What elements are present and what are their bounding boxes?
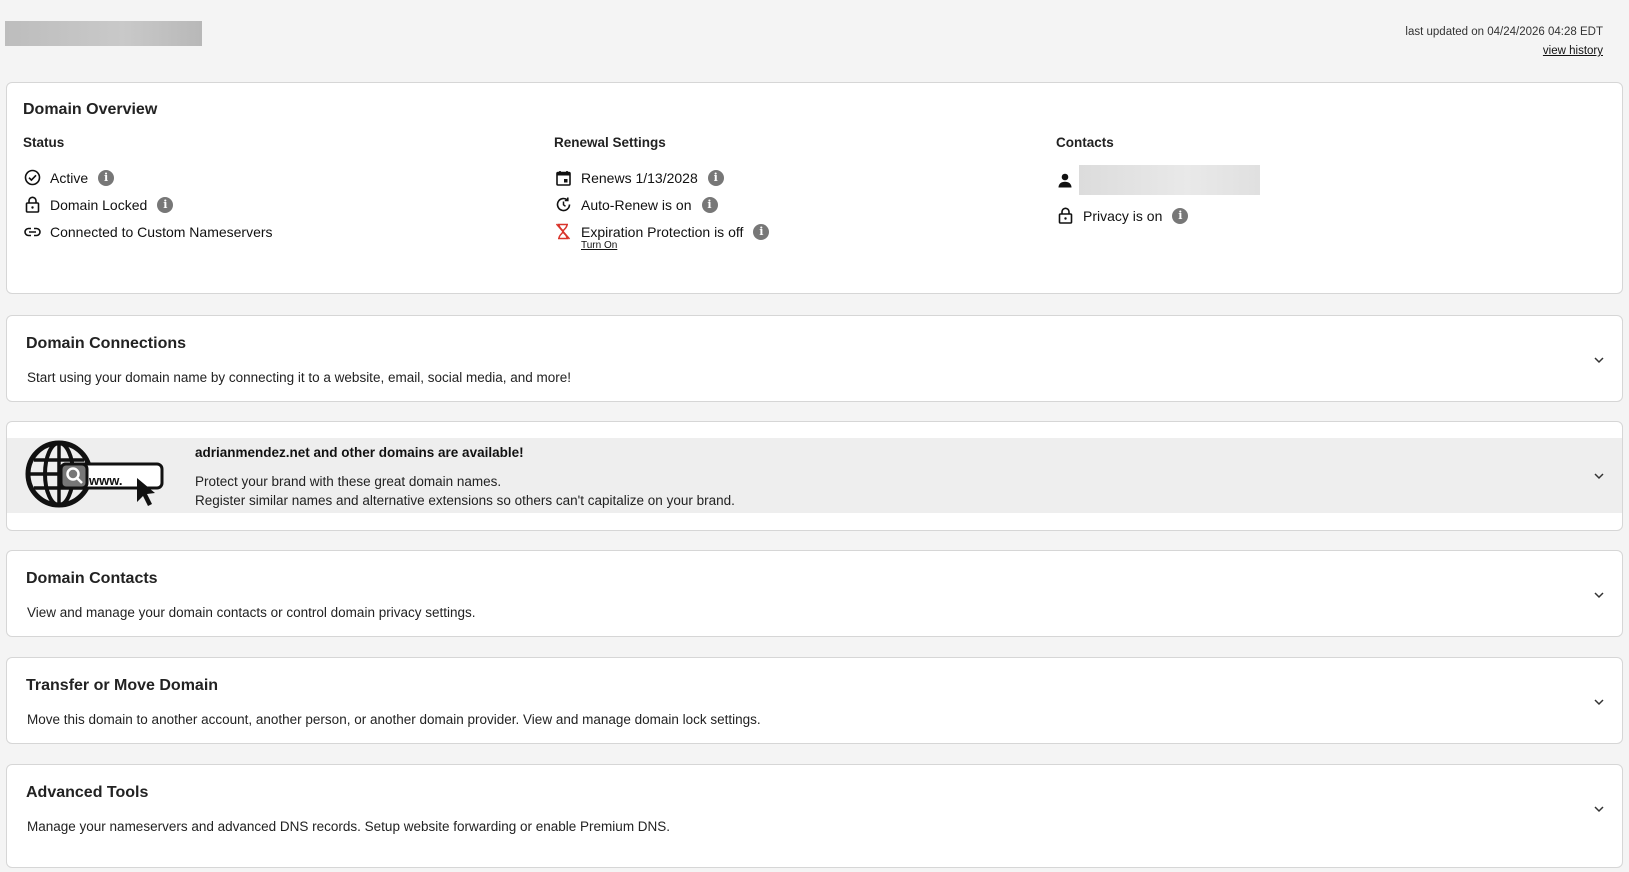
last-updated-text: last updated on 04/24/2026 04:28 EDT xyxy=(1405,26,1603,38)
chevron-down-icon[interactable] xyxy=(1592,695,1606,709)
privacy-row: Privacy is on i xyxy=(1056,202,1260,229)
turn-on-link[interactable]: Turn On xyxy=(581,240,769,251)
domain-contacts-desc: View and manage your domain contacts or … xyxy=(27,605,476,620)
upsell-content: www. adrianmendez.net and other domains … xyxy=(7,438,1622,513)
status-locked-row: Domain Locked i xyxy=(23,191,273,218)
status-nameservers-row: Connected to Custom Nameservers xyxy=(23,218,273,245)
www-graphic-text: www. xyxy=(89,473,123,488)
lock-icon xyxy=(23,196,41,214)
person-icon xyxy=(1056,171,1074,189)
chevron-down-icon[interactable] xyxy=(1592,469,1606,483)
renewal-heading: Renewal Settings xyxy=(554,135,666,150)
domain-connections-desc: Start using your domain name by connecti… xyxy=(27,370,572,385)
domain-contacts-section[interactable]: Domain Contacts View and manage your dom… xyxy=(6,550,1623,637)
page-header: last updated on 04/24/2026 04:28 EDT vie… xyxy=(0,0,1629,80)
domain-contacts-title: Domain Contacts xyxy=(26,570,158,587)
domain-connections-section[interactable]: Domain Connections Start using your doma… xyxy=(6,315,1623,402)
chevron-down-icon[interactable] xyxy=(1592,353,1606,367)
auto-renew-row: Auto-Renew is on i xyxy=(554,191,769,218)
transfer-domain-desc: Move this domain to another account, ano… xyxy=(27,712,761,727)
renewal-column: Renewal Settings Renews 1/13/2028 i Auto… xyxy=(554,135,770,251)
view-history-link[interactable]: view history xyxy=(1543,45,1603,57)
advanced-tools-desc: Manage your nameservers and advanced DNS… xyxy=(27,819,671,834)
contacts-column: Contacts Privacy is on i xyxy=(1056,135,1260,229)
auto-renew-label: Auto-Renew is on xyxy=(581,196,692,213)
domain-upsell-banner[interactable]: www. adrianmendez.net and other domains … xyxy=(6,421,1623,531)
renews-row: Renews 1/13/2028 i xyxy=(554,164,769,191)
upsell-line-1: Protect your brand with these great doma… xyxy=(195,474,502,489)
info-icon[interactable]: i xyxy=(707,169,724,186)
chevron-down-icon[interactable] xyxy=(1592,588,1606,602)
advanced-tools-title: Advanced Tools xyxy=(26,784,149,801)
status-column: Status Active i Domain Locked i Connecte… xyxy=(23,135,273,245)
info-icon[interactable]: i xyxy=(1172,207,1189,224)
domain-name-redacted xyxy=(5,21,202,46)
advanced-tools-section[interactable]: Advanced Tools Manage your nameservers a… xyxy=(6,764,1623,868)
auto-renew-icon xyxy=(554,196,572,214)
info-icon[interactable]: i xyxy=(98,169,115,186)
upsell-headline: adrianmendez.net and other domains are a… xyxy=(195,445,524,460)
check-circle-icon xyxy=(23,169,41,187)
transfer-domain-title: Transfer or Move Domain xyxy=(26,677,219,694)
transfer-domain-section[interactable]: Transfer or Move Domain Move this domain… xyxy=(6,657,1623,744)
info-icon[interactable]: i xyxy=(157,196,174,213)
status-heading: Status xyxy=(23,135,65,150)
info-icon[interactable]: i xyxy=(753,223,770,240)
contact-person-row xyxy=(1056,164,1260,196)
status-nameservers-label: Connected to Custom Nameservers xyxy=(50,223,273,240)
status-active-row: Active i xyxy=(23,164,273,191)
calendar-icon xyxy=(554,169,572,187)
status-locked-label: Domain Locked xyxy=(50,196,148,213)
upsell-line-2: Register similar names and alternative e… xyxy=(195,493,735,508)
link-icon xyxy=(23,223,41,241)
info-icon[interactable]: i xyxy=(701,196,718,213)
hourglass-off-icon xyxy=(554,223,572,241)
renews-label: Renews 1/13/2028 xyxy=(581,169,698,186)
overview-title: Domain Overview xyxy=(23,101,158,118)
lock-icon xyxy=(1056,207,1074,225)
contacts-heading: Contacts xyxy=(1056,135,1114,150)
privacy-label: Privacy is on xyxy=(1083,207,1163,224)
contact-name-redacted[interactable] xyxy=(1079,165,1260,195)
expiration-protection-label: Expiration Protection is off xyxy=(581,223,744,240)
domain-connections-title: Domain Connections xyxy=(26,335,187,352)
domain-overview-card: Domain Overview Status Active i Domain L… xyxy=(6,82,1623,294)
chevron-down-icon[interactable] xyxy=(1592,802,1606,816)
status-active-label: Active xyxy=(50,169,89,186)
